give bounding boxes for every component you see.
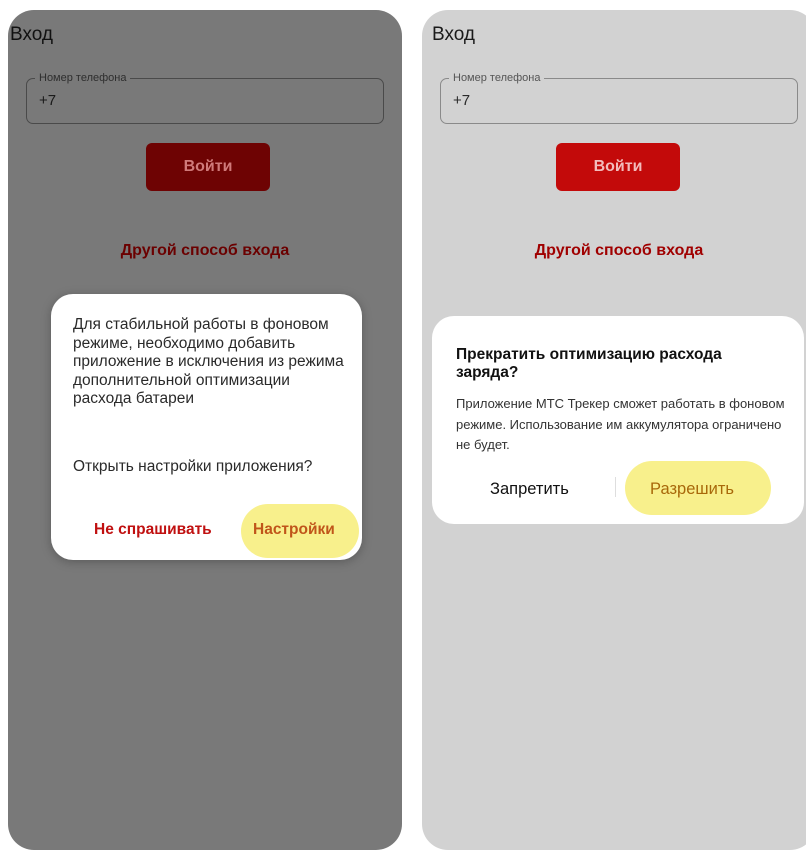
dialog-title: Прекратить оптимизацию расхода заряда? [456,346,722,381]
stop-optimization-dialog: Прекратить оптимизацию расхода заряда? П… [432,316,804,524]
right-phone-screen: Вход Номер телефона +7 Войти Другой спос… [422,10,806,850]
phone-number-field[interactable]: Номер телефона +7 [440,71,798,124]
battery-optimization-dialog: Для стабильной работы в фоновом режиме, … [51,294,362,560]
button-divider [615,477,616,497]
allow-button[interactable]: Разрешить [650,480,734,499]
dialog-question: Открыть настройки приложения? [73,458,313,475]
settings-button[interactable]: Настройки [253,521,335,539]
phone-field-value[interactable]: +7 [453,92,470,109]
deny-button[interactable]: Запретить [490,480,569,499]
phone-field-label: Номер телефона [35,71,131,85]
alt-login-link[interactable]: Другой способ входа [8,242,402,260]
phone-field-value[interactable]: +7 [39,92,56,109]
left-phone-screen: Вход Номер телефона +7 Войти Другой спос… [8,10,402,850]
dont-ask-button[interactable]: Не спрашивать [94,521,212,539]
page-title: Вход [432,24,475,45]
alt-login-link[interactable]: Другой способ входа [422,242,806,260]
page-title: Вход [10,24,53,45]
dialog-message: Для стабильной работы в фоновом режиме, … [73,316,344,407]
login-button[interactable]: Войти [556,143,680,191]
phone-number-field[interactable]: Номер телефона +7 [26,71,384,124]
phone-field-label: Номер телефона [449,71,545,85]
dialog-message: Приложение МТС Трекер сможет работать в … [456,396,785,452]
login-button[interactable]: Войти [146,143,270,191]
